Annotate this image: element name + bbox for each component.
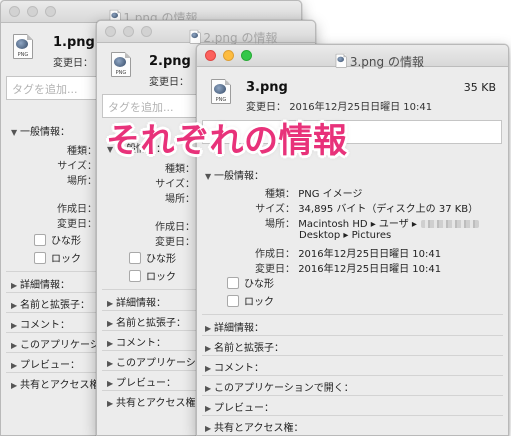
preview-section[interactable]: ▶ プレビュー：: [107, 374, 176, 389]
where-label: 場所：: [165, 194, 195, 205]
icon-label: PNG: [17, 52, 29, 58]
where-value-line2: Desktop ▸ Pictures: [299, 230, 392, 241]
redacted-username: [420, 220, 479, 228]
disclosure-closed-icon: ▶: [205, 364, 212, 373]
modified-value: 2016年12月25日日曜日 10:41: [289, 102, 433, 113]
modified-label: 変更日：: [53, 58, 93, 69]
locked-checkbox[interactable]: ロック: [34, 250, 81, 265]
disclosure-open-icon: ▼: [11, 128, 18, 137]
checkbox-box[interactable]: [34, 252, 46, 264]
kind-label: 種類：: [165, 164, 195, 175]
comments-section[interactable]: ▶ コメント：: [107, 334, 166, 349]
disclosure-closed-icon: ▶: [107, 319, 114, 328]
kind-value: PNG イメージ: [298, 189, 363, 200]
size-label: サイズ：: [57, 161, 97, 172]
kind-label: 種類：: [265, 189, 295, 200]
checkbox-box[interactable]: [227, 277, 239, 289]
icon-label: PNG: [215, 97, 227, 103]
disclosure-closed-icon: ▶: [205, 404, 212, 413]
size-label: サイズ：: [155, 179, 195, 190]
comments-section[interactable]: ▶ コメント：: [205, 359, 264, 374]
created-label: 作成日：: [57, 204, 97, 215]
checkbox-box[interactable]: [129, 252, 141, 264]
created-label: 作成日：: [255, 249, 295, 260]
file-name: 2.png: [149, 54, 191, 69]
general-section-header[interactable]: ▼ 一般情報：: [205, 167, 264, 182]
stationery-checkbox[interactable]: ひな形: [34, 232, 81, 247]
icon-label: PNG: [115, 70, 127, 76]
size-label: サイズ：: [255, 204, 295, 215]
modified-label: 変更日：: [246, 102, 286, 113]
window-title: 3.png の情報: [197, 48, 508, 74]
general-section-header[interactable]: ▼ 一般情報：: [11, 123, 70, 138]
created-value: 2016年12月25日日曜日 10:41: [298, 249, 442, 260]
info-window-3: 3.png の情報 PNG 3.png 35 KB 変更日： 2016年12月2…: [196, 44, 509, 436]
where-value: Macintosh HD ▸ ユーザ ▸: [298, 219, 417, 230]
created-label: 作成日：: [155, 222, 195, 233]
png-document-icon: PNG: [211, 79, 232, 105]
more-info-section[interactable]: ▶ 詳細情報：: [11, 276, 70, 291]
file-size: 35 KB: [463, 81, 496, 94]
disclosure-closed-icon: ▶: [107, 339, 114, 348]
disclosure-closed-icon: ▶: [205, 384, 212, 393]
sharing-section[interactable]: ▶ 共有とアクセス権：: [205, 419, 304, 434]
disclosure-closed-icon: ▶: [107, 359, 114, 368]
name-extension-section[interactable]: ▶ 名前と拡張子：: [11, 296, 90, 311]
stationery-checkbox[interactable]: ひな形: [129, 250, 176, 265]
disclosure-closed-icon: ▶: [107, 399, 114, 408]
disclosure-closed-icon: ▶: [107, 379, 114, 388]
modified-label: 変更日：: [155, 237, 195, 248]
png-document-icon: PNG: [13, 34, 34, 60]
modified-label: 変更日：: [255, 264, 295, 275]
modified-label: 変更日：: [57, 219, 97, 230]
open-with-section[interactable]: ▶ このアプリケーションで開く：: [205, 379, 354, 394]
titlebar: 3.png の情報: [197, 45, 508, 69]
name-extension-section[interactable]: ▶ 名前と拡張子：: [107, 314, 186, 329]
modified-value: 2016年12月25日日曜日 10:41: [298, 264, 442, 275]
open-with-section[interactable]: ▶ このアプリケーショ: [107, 354, 206, 369]
titlebar: 2.png の情報: [97, 21, 315, 45]
disclosure-closed-icon: ▶: [11, 321, 18, 330]
more-info-section[interactable]: ▶ 詳細情報：: [205, 319, 264, 334]
checkbox-box[interactable]: [227, 295, 239, 307]
disclosure-closed-icon: ▶: [11, 361, 18, 370]
disclosure-closed-icon: ▶: [11, 381, 18, 390]
disclosure-open-icon: ▼: [205, 172, 212, 181]
file-name: 3.png: [246, 80, 288, 95]
annotation-overlay-text: それぞれの情報: [106, 121, 348, 161]
disclosure-closed-icon: ▶: [11, 281, 18, 290]
sharing-section[interactable]: ▶ 共有とアクセス権: [11, 376, 100, 391]
disclosure-closed-icon: ▶: [205, 344, 212, 353]
disclosure-closed-icon: ▶: [107, 299, 114, 308]
preview-section[interactable]: ▶ プレビュー：: [205, 399, 274, 414]
size-value: 34,895 バイト（ディスク上の 37 KB）: [298, 204, 479, 215]
checkbox-box[interactable]: [34, 234, 46, 246]
disclosure-closed-icon: ▶: [11, 301, 18, 310]
name-extension-section[interactable]: ▶ 名前と拡張子：: [205, 339, 284, 354]
comments-section[interactable]: ▶ コメント：: [11, 316, 70, 331]
locked-checkbox[interactable]: ロック: [227, 293, 274, 308]
where-label: 場所：: [67, 176, 97, 187]
disclosure-closed-icon: ▶: [205, 424, 212, 433]
disclosure-closed-icon: ▶: [205, 324, 212, 333]
where-label: 場所：: [265, 219, 295, 230]
stationery-checkbox[interactable]: ひな形: [227, 275, 274, 290]
checkbox-box[interactable]: [129, 270, 141, 282]
locked-checkbox[interactable]: ロック: [129, 268, 176, 283]
sharing-section[interactable]: ▶ 共有とアクセス権: [107, 394, 196, 409]
png-document-icon: PNG: [111, 52, 132, 78]
disclosure-closed-icon: ▶: [11, 341, 18, 350]
modified-label: 変更日：: [149, 77, 189, 88]
png-document-icon: [189, 29, 201, 44]
preview-section[interactable]: ▶ プレビュー：: [11, 356, 80, 371]
kind-label: 種類：: [67, 146, 97, 157]
png-document-icon: [335, 53, 348, 68]
more-info-section[interactable]: ▶ 詳細情報：: [107, 294, 166, 309]
file-name: 1.png: [53, 35, 95, 50]
